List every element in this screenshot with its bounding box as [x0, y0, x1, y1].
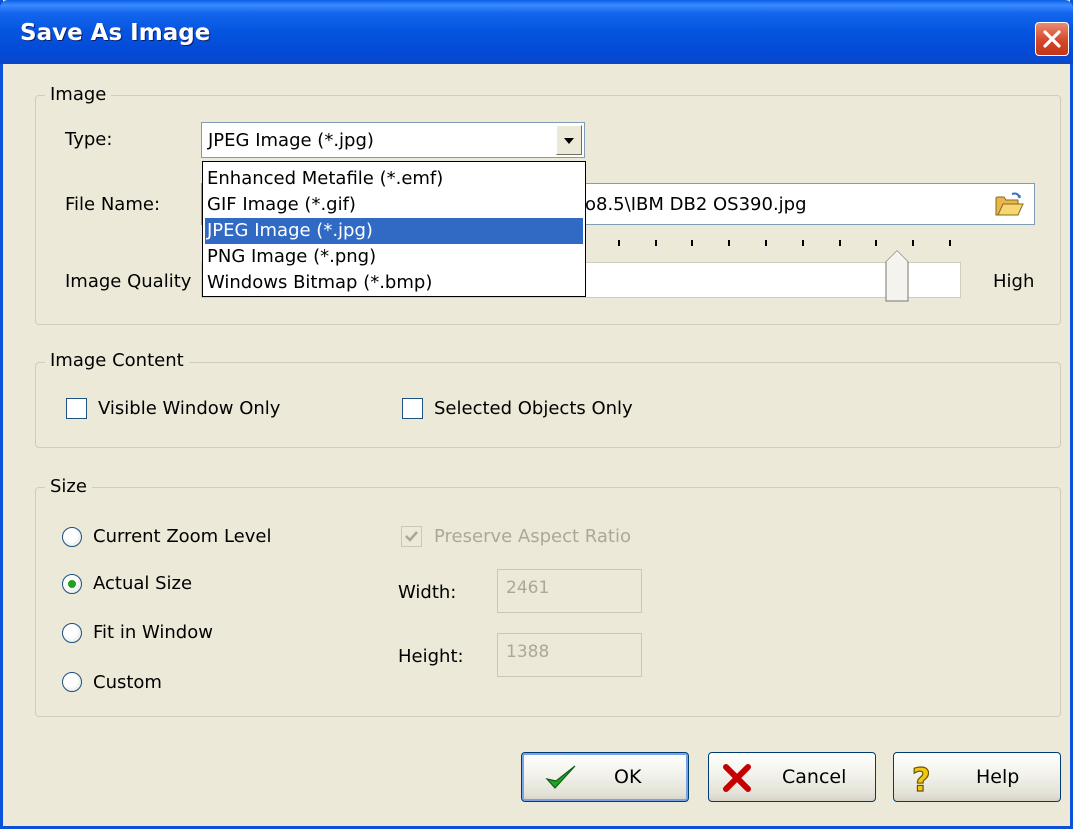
image-quality-label: Image Quality: [65, 271, 192, 292]
preserve-aspect-ratio-label: Preserve Aspect Ratio: [434, 526, 631, 547]
type-option-bmp[interactable]: Windows Bitmap (*.bmp): [205, 270, 583, 296]
slider-tick: [691, 240, 694, 246]
slider-tick: [617, 240, 620, 246]
quality-high-label: High: [993, 271, 1035, 292]
type-combobox-value: JPEG Image (*.jpg): [208, 130, 374, 151]
height-value: 1388: [506, 642, 550, 662]
fit-in-window-label[interactable]: Fit in Window: [93, 622, 213, 643]
svg-text:?: ?: [912, 762, 931, 796]
checkmark-icon: [405, 531, 418, 542]
type-dropdown-list: Enhanced Metafile (*.emf) GIF Image (*.g…: [202, 161, 586, 297]
visible-window-only-label[interactable]: Visible Window Only: [98, 398, 280, 419]
type-option-emf[interactable]: Enhanced Metafile (*.emf): [205, 166, 583, 192]
visible-window-only-checkbox[interactable]: [66, 398, 87, 419]
window-title: Save As Image: [20, 20, 211, 46]
image-content-legend: Image Content: [45, 350, 189, 371]
current-zoom-level-label[interactable]: Current Zoom Level: [93, 526, 271, 547]
type-label: Type:: [65, 129, 113, 150]
ok-button-label: OK: [614, 766, 642, 788]
chevron-down-icon: [564, 138, 574, 144]
size-legend: Size: [45, 476, 92, 497]
title-bar[interactable]: Save As Image: [0, 0, 1073, 64]
preserve-aspect-ratio-checkbox[interactable]: [401, 526, 422, 547]
radio-selected-dot: [68, 580, 76, 588]
question-mark-icon: ?: [911, 762, 931, 796]
actual-size-label[interactable]: Actual Size: [93, 573, 192, 594]
cancel-button[interactable]: Cancel: [708, 752, 876, 802]
height-input[interactable]: 1388: [497, 633, 642, 677]
radio-actual-size[interactable]: [62, 574, 82, 594]
file-name-value: o8.5\IBM DB2 OS390.jpg: [585, 194, 807, 215]
width-value: 2461: [506, 578, 550, 598]
open-folder-icon[interactable]: [994, 192, 1024, 218]
custom-label[interactable]: Custom: [93, 672, 162, 693]
type-combobox[interactable]: JPEG Image (*.jpg): [201, 122, 585, 158]
help-button-label: Help: [976, 766, 1020, 788]
slider-tick: [801, 240, 804, 246]
radio-current-zoom-level[interactable]: [62, 527, 82, 547]
height-label: Height:: [398, 646, 464, 667]
slider-tick: [728, 240, 731, 246]
radio-fit-in-window[interactable]: [62, 623, 82, 643]
ok-button[interactable]: OK: [521, 752, 689, 802]
close-icon: [1043, 30, 1061, 48]
slider-tick: [765, 240, 767, 246]
slider-tick: [654, 240, 657, 246]
type-option-gif[interactable]: GIF Image (*.gif): [205, 192, 583, 218]
red-x-icon: [723, 764, 751, 792]
type-combobox-dropdown-button[interactable]: [556, 125, 582, 155]
radio-custom[interactable]: [62, 672, 82, 692]
width-input[interactable]: 2461: [497, 569, 642, 613]
selected-objects-only-checkbox[interactable]: [402, 398, 423, 419]
slider-thumb[interactable]: [885, 250, 910, 302]
type-option-jpg[interactable]: JPEG Image (*.jpg): [205, 218, 583, 244]
save-as-image-dialog: Save As Image Image Type: JPEG Image (*.…: [0, 0, 1073, 829]
image-group-legend: Image: [45, 84, 112, 105]
width-label: Width:: [398, 582, 457, 603]
slider-tick: [875, 240, 878, 246]
slider-tick: [838, 240, 841, 246]
help-button[interactable]: ? Help: [893, 752, 1061, 802]
type-option-png[interactable]: PNG Image (*.png): [205, 244, 583, 270]
cancel-button-label: Cancel: [782, 766, 847, 788]
slider-tick: [912, 240, 915, 246]
selected-objects-only-label[interactable]: Selected Objects Only: [434, 398, 633, 419]
slider-tick: [949, 240, 951, 246]
close-button[interactable]: [1035, 22, 1069, 56]
file-name-label: File Name:: [65, 194, 161, 215]
green-checkmark-icon: [545, 765, 576, 789]
